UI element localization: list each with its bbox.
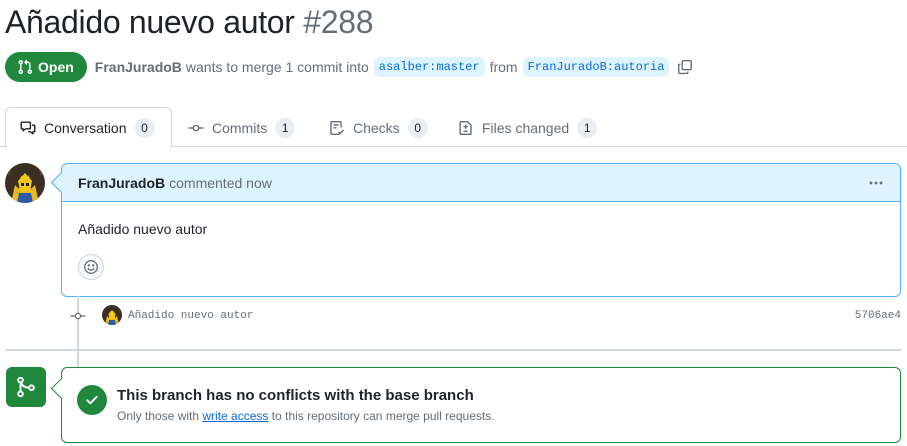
pr-author-link[interactable]: FranJuradoB <box>95 59 182 75</box>
commit-sha[interactable]: 5706ae4 <box>855 310 901 322</box>
avatar[interactable] <box>5 163 45 203</box>
pr-title-text: Añadido nuevo autor <box>5 4 295 40</box>
tab-label: Checks <box>353 119 400 136</box>
head-branch[interactable]: FranJuradoB:autoria <box>522 57 670 77</box>
pr-title: Añadido nuevo autor #288 <box>5 4 374 41</box>
tab-label: Commits <box>212 119 268 136</box>
state-badge: Open <box>5 52 87 82</box>
comment-discussion-icon <box>20 121 36 134</box>
comment-author[interactable]: FranJuradoB <box>78 175 165 191</box>
merge-text: wants to merge 1 commit into <box>185 59 369 75</box>
tab-count: 1 <box>577 117 598 138</box>
base-branch[interactable]: asalber:master <box>373 57 485 77</box>
tab-label: Conversation <box>44 119 127 136</box>
timeline-divider <box>5 349 901 351</box>
state-label: Open <box>38 59 74 75</box>
commit-row: Añadido nuevo autor 5706ae4 <box>0 305 907 327</box>
add-reaction-button[interactable] <box>78 254 104 280</box>
commit-author-avatar[interactable] <box>102 305 122 325</box>
copy-icon[interactable] <box>677 59 693 75</box>
git-merge-icon <box>17 376 35 398</box>
pr-tabs: Conversation 0 Commits 1 Checks 0 Files … <box>0 107 907 148</box>
merge-status-icon <box>6 367 46 407</box>
tab-files-changed[interactable]: Files changed 1 <box>444 107 611 148</box>
git-commit-icon <box>70 309 86 328</box>
tab-count: 0 <box>407 117 428 138</box>
merge-status-title: This branch has no conflicts with the ba… <box>117 387 474 404</box>
kebab-icon[interactable] <box>864 173 888 193</box>
smiley-icon <box>84 260 98 274</box>
from-text: from <box>489 59 518 75</box>
merge-status-card: This branch has no conflicts with the ba… <box>61 367 901 443</box>
comment-header: FranJuradoB commented now <box>62 164 900 202</box>
tab-checks[interactable]: Checks 0 <box>315 107 442 148</box>
write-access-link[interactable]: write access <box>202 409 268 423</box>
check-circle-icon <box>77 385 107 415</box>
comment-card: FranJuradoB commented now Añadido nuevo … <box>61 163 901 297</box>
commit-message[interactable]: Añadido nuevo autor <box>128 310 253 322</box>
git-pull-request-icon <box>18 59 33 75</box>
comment-timestamp[interactable]: commented now <box>169 175 272 191</box>
pr-meta: Open FranJuradoB wants to merge 1 commit… <box>5 52 693 82</box>
file-diff-icon <box>459 120 472 135</box>
git-commit-icon <box>188 124 204 131</box>
tab-count: 0 <box>134 117 155 138</box>
tab-conversation[interactable]: Conversation 0 <box>5 107 172 148</box>
comment-body: Añadido nuevo autor <box>78 221 208 237</box>
merge-status-subtitle: Only those with write access to this rep… <box>117 409 495 423</box>
tab-label: Files changed <box>482 119 570 136</box>
merge-sub-suffix: to this repository can merge pull reques… <box>271 409 495 423</box>
pr-number: #288 <box>303 4 374 40</box>
tab-commits[interactable]: Commits 1 <box>174 107 309 148</box>
merge-sub-prefix: Only those with <box>117 409 200 423</box>
tab-count: 1 <box>275 117 296 138</box>
checklist-icon <box>330 120 345 135</box>
